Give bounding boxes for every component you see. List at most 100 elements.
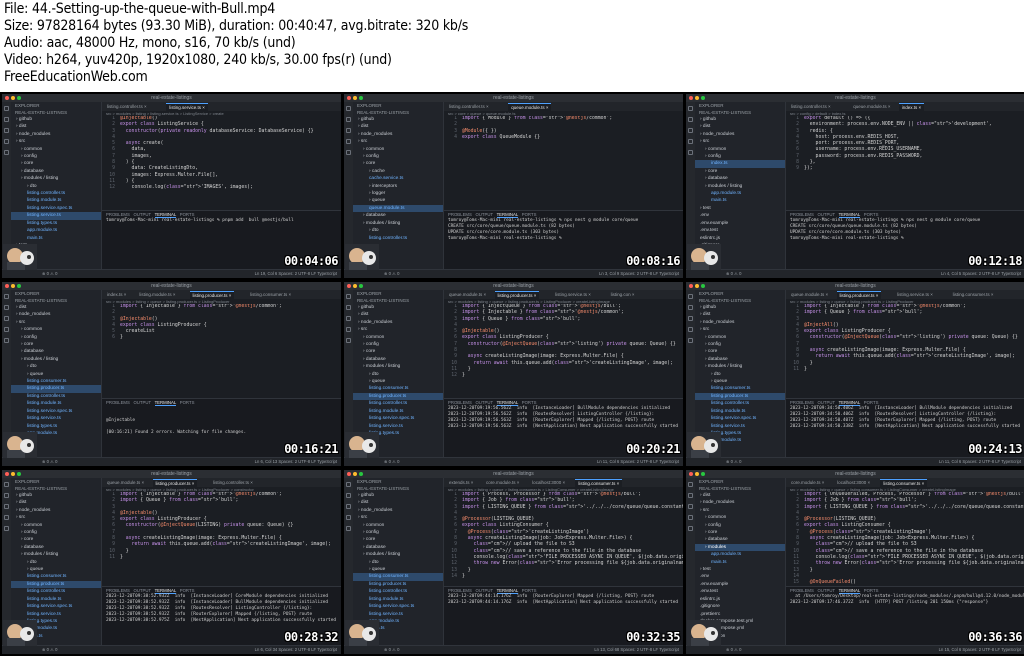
- file-tree-item[interactable]: › database: [11, 168, 101, 175]
- file-tree-item[interactable]: queue.module.ts: [353, 204, 443, 213]
- debug-icon[interactable]: [688, 515, 693, 520]
- code-editor[interactable]: 1 import { Injectable } from class="str">…: [102, 492, 341, 584]
- file-tree-item[interactable]: › common: [353, 146, 443, 153]
- file-tree-item[interactable]: › common: [11, 326, 101, 333]
- extensions-icon[interactable]: [688, 338, 693, 343]
- editor-tab[interactable]: core.module.ts ×: [788, 479, 827, 487]
- editor-tab[interactable]: listing.service.ts ×: [894, 291, 936, 299]
- file-tree-item[interactable]: › config: [695, 341, 785, 348]
- file-tree-item[interactable]: › common: [353, 522, 443, 529]
- code-editor[interactable]: 1 import { Injectable } from class="str">…: [786, 304, 1024, 396]
- file-tree-item[interactable]: › src: [11, 319, 101, 326]
- file-tree-item[interactable]: listing.producer.ts: [11, 580, 101, 589]
- file-tree-item[interactable]: listing.producer.ts: [11, 385, 101, 393]
- file-tree-item[interactable]: app.module.ts: [695, 190, 785, 197]
- file-tree-item[interactable]: › queue: [353, 566, 443, 573]
- file-tree-item[interactable]: › core: [353, 536, 443, 543]
- file-tree-item[interactable]: listing.module.ts: [11, 197, 101, 204]
- editor-tab[interactable]: listing.consumer.ts ×: [950, 291, 997, 299]
- terminal-output[interactable]: 2023-12-20T09:38:52.932Z info [InstanceL…: [102, 594, 341, 624]
- file-tree-item[interactable]: › src: [353, 138, 443, 145]
- search-icon[interactable]: [4, 117, 9, 122]
- extensions-icon[interactable]: [4, 150, 9, 155]
- file-tree-item[interactable]: › github: [353, 116, 443, 123]
- source-control-icon[interactable]: [4, 316, 9, 321]
- file-tree-item[interactable]: › node_modules: [11, 131, 101, 138]
- debug-icon[interactable]: [346, 515, 351, 520]
- debug-icon[interactable]: [688, 139, 693, 144]
- file-tree-item[interactable]: › modules / listing: [353, 220, 443, 227]
- search-icon[interactable]: [346, 493, 351, 498]
- search-icon[interactable]: [346, 305, 351, 310]
- panel-tabs[interactable]: PROBLEMS OUTPUT TERMINAL PORTS: [444, 211, 683, 218]
- file-tree-item[interactable]: › database: [353, 544, 443, 551]
- terminal-output[interactable]: 2023-12-20T09:34:50.406Z info [InstanceL…: [786, 406, 1024, 430]
- file-tree-item[interactable]: listing.controller.ts: [11, 190, 101, 197]
- file-tree-item[interactable]: listing.controller.ts: [695, 400, 785, 407]
- debug-icon[interactable]: [4, 515, 9, 520]
- file-tree-item[interactable]: › core: [695, 529, 785, 536]
- editor-tab[interactable]: listing.service.ts ×: [552, 291, 594, 299]
- file-tree-item[interactable]: listing.module.ts: [695, 408, 785, 415]
- file-tree-item[interactable]: › github: [353, 304, 443, 311]
- source-control-icon[interactable]: [4, 128, 9, 133]
- file-tree-item[interactable]: › dist: [695, 123, 785, 130]
- file-tree-item[interactable]: listing.service.ts: [11, 415, 101, 422]
- debug-icon[interactable]: [688, 327, 693, 332]
- file-tree-item[interactable]: › src: [695, 326, 785, 333]
- code-editor[interactable]: 1 import { Module } from class="str">'@ne…: [444, 116, 683, 208]
- file-tree-item[interactable]: › dist: [11, 304, 101, 311]
- editor-tab[interactable]: listing.controller.ts ×: [788, 103, 834, 111]
- file-tree-item[interactable]: main.ts: [11, 235, 101, 242]
- file-tree-item[interactable]: listing.service.ts: [695, 423, 785, 430]
- file-tree-item[interactable]: .env.test: [695, 588, 785, 595]
- panel-tabs[interactable]: PROBLEMS OUTPUT TERMINAL PORTS: [444, 399, 683, 406]
- file-tree-item[interactable]: › core: [695, 348, 785, 355]
- file-tree-item[interactable]: › core: [11, 341, 101, 348]
- file-tree-item[interactable]: › dto: [353, 371, 443, 378]
- file-tree-item[interactable]: › src: [695, 507, 785, 514]
- file-tree-item[interactable]: › config: [695, 153, 785, 160]
- editor-tab[interactable]: queue.module.ts ×: [788, 291, 831, 299]
- file-tree-item[interactable]: › dist: [353, 123, 443, 130]
- code-editor[interactable]: 1 import { OnQueueFailed, Process, Proces…: [786, 492, 1024, 584]
- file-tree-item[interactable]: .env.test: [695, 227, 785, 234]
- source-control-icon[interactable]: [688, 128, 693, 133]
- file-tree-item[interactable]: › cache: [353, 168, 443, 175]
- file-tree-item[interactable]: › node_modules: [353, 131, 443, 138]
- file-tree-item[interactable]: .prettierrc: [695, 611, 785, 618]
- file-tree-item[interactable]: listing.service.spec.ts: [353, 603, 443, 610]
- file-tree-item[interactable]: listing.controller.ts: [11, 588, 101, 595]
- file-tree-item[interactable]: listing.controller.ts: [11, 393, 101, 400]
- code-editor[interactable]: 1 @Injectable() 2 export class ListingServ…: [102, 116, 341, 208]
- file-tree-item[interactable]: listing.controller.ts: [353, 400, 443, 407]
- file-tree-item[interactable]: › src: [353, 514, 443, 521]
- file-tree-item[interactable]: › test: [695, 205, 785, 212]
- file-tree-item[interactable]: listing.service.spec.ts: [353, 415, 443, 422]
- file-tree-item[interactable]: › modules / listing: [353, 363, 443, 370]
- file-tree-item[interactable]: listing.consumer.ts: [353, 573, 443, 581]
- file-tree-item[interactable]: › dist: [353, 499, 443, 506]
- debug-icon[interactable]: [346, 139, 351, 144]
- terminal-output[interactable]: 2023-12-20T09:44:14.176Z info [RouterExp…: [444, 594, 683, 606]
- file-tree-item[interactable]: listing.producer.ts: [353, 581, 443, 588]
- file-tree-item[interactable]: › config: [353, 529, 443, 536]
- file-tree-item[interactable]: › dto: [353, 559, 443, 566]
- file-tree-item[interactable]: listing.service.spec.ts: [11, 603, 101, 610]
- file-tree-item[interactable]: › database: [695, 356, 785, 363]
- file-tree-item[interactable]: › common: [11, 146, 101, 153]
- file-tree-item[interactable]: listing.controller.ts: [353, 235, 443, 242]
- editor-tab[interactable]: localhost:3000 ×: [834, 479, 873, 487]
- editor-tab[interactable]: listing.controller.ts ×: [446, 103, 492, 111]
- file-tree-item[interactable]: eslintrc.js: [695, 235, 785, 242]
- file-tree-item[interactable]: › database: [353, 356, 443, 363]
- file-tree-item[interactable]: › modules / listing: [353, 551, 443, 558]
- editor-tab[interactable]: queue.module.ts ×: [104, 479, 147, 487]
- file-tree-item[interactable]: › node_modules: [695, 319, 785, 326]
- file-tree-item[interactable]: › src: [695, 138, 785, 145]
- editor-tab[interactable]: listing.controller.ts ×: [210, 479, 256, 487]
- source-control-icon[interactable]: [346, 316, 351, 321]
- file-tree-item[interactable]: › config: [353, 153, 443, 160]
- file-tree-item[interactable]: listing.service.ts: [11, 611, 101, 618]
- file-tree-item[interactable]: listing.service.spec.ts: [695, 415, 785, 422]
